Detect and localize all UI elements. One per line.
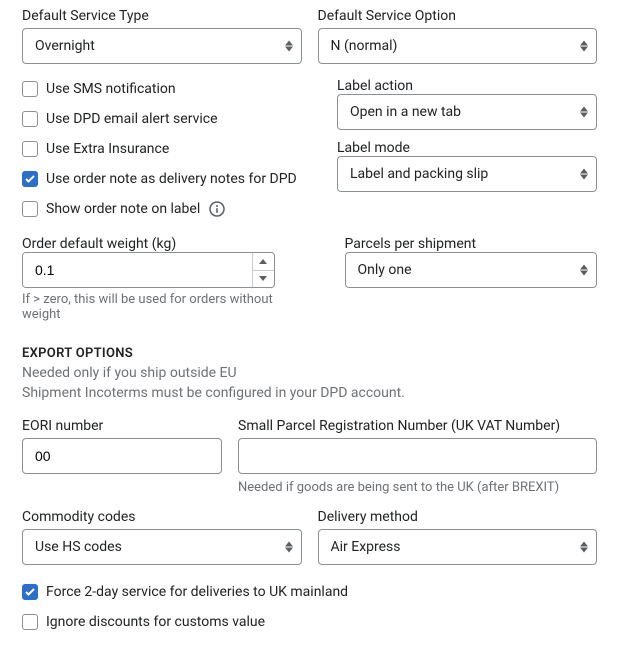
extra-insurance-checkbox[interactable] [22, 141, 38, 157]
default-service-type-select[interactable]: Overnight [22, 28, 302, 64]
label-action-value: Open in a new tab [350, 104, 461, 120]
weight-help: If > zero, this will be used for orders … [22, 292, 275, 322]
chevron-updown-icon [580, 265, 588, 276]
ignore-discounts-label: Ignore discounts for customs value [46, 614, 265, 630]
label-mode-label: Label mode [337, 140, 410, 156]
chevron-updown-icon [580, 541, 588, 552]
parcels-value: Only one [358, 262, 412, 278]
weight-input-wrap [22, 252, 275, 288]
sprn-help: Needed if goods are being sent to the UK… [238, 480, 597, 495]
sprn-input[interactable] [238, 438, 597, 474]
label-action-select[interactable]: Open in a new tab [337, 94, 597, 130]
default-service-type-value: Overnight [35, 38, 95, 54]
info-icon[interactable] [208, 200, 226, 218]
sms-checkbox[interactable] [22, 81, 38, 97]
chevron-updown-icon [580, 41, 588, 52]
order-note-checkbox-label: Use order note as delivery notes for DPD [46, 171, 297, 187]
default-service-option-select[interactable]: N (normal) [318, 28, 598, 64]
eori-label: EORI number [22, 418, 222, 434]
sprn-label: Small Parcel Registration Number (UK VAT… [238, 418, 597, 434]
order-note-checkbox[interactable] [22, 171, 38, 187]
label-mode-select[interactable]: Label and packing slip [337, 156, 597, 192]
dpd-email-checkbox[interactable] [22, 111, 38, 127]
show-note-checkbox-label: Show order note on label [46, 201, 200, 217]
parcels-select[interactable]: Only one [345, 252, 598, 288]
export-heading: EXPORT OPTIONS [22, 346, 597, 361]
commodity-select[interactable]: Use HS codes [22, 529, 302, 565]
extra-insurance-checkbox-label: Use Extra Insurance [46, 141, 169, 157]
weight-step-down[interactable] [253, 271, 274, 288]
weight-input[interactable] [23, 253, 252, 287]
label-mode-value: Label and packing slip [350, 166, 488, 182]
show-note-checkbox[interactable] [22, 201, 38, 217]
chevron-updown-icon [285, 41, 293, 52]
dpd-email-checkbox-label: Use DPD email alert service [46, 111, 218, 127]
delivery-select[interactable]: Air Express [318, 529, 598, 565]
commodity-label: Commodity codes [22, 509, 302, 525]
default-service-option-label: Default Service Option [318, 8, 598, 24]
force-2day-label: Force 2-day service for deliveries to UK… [46, 584, 348, 600]
weight-step-up[interactable] [253, 253, 274, 271]
force-2day-checkbox[interactable] [22, 584, 38, 600]
default-service-option-value: N (normal) [331, 38, 398, 54]
sms-checkbox-label: Use SMS notification [46, 81, 176, 97]
chevron-updown-icon [285, 541, 293, 552]
commodity-value: Use HS codes [35, 539, 122, 555]
chevron-updown-icon [580, 169, 588, 180]
export-sub2: Shipment Incoterms must be configured in… [22, 383, 597, 403]
ignore-discounts-checkbox[interactable] [22, 614, 38, 630]
label-action-label: Label action [337, 78, 413, 94]
default-service-type-label: Default Service Type [22, 8, 302, 24]
chevron-updown-icon [580, 107, 588, 118]
parcels-label: Parcels per shipment [345, 236, 477, 252]
delivery-value: Air Express [331, 539, 401, 555]
eori-input[interactable] [22, 438, 222, 474]
delivery-label: Delivery method [318, 509, 598, 525]
export-sub1: Needed only if you ship outside EU [22, 363, 597, 383]
weight-label: Order default weight (kg) [22, 236, 176, 252]
